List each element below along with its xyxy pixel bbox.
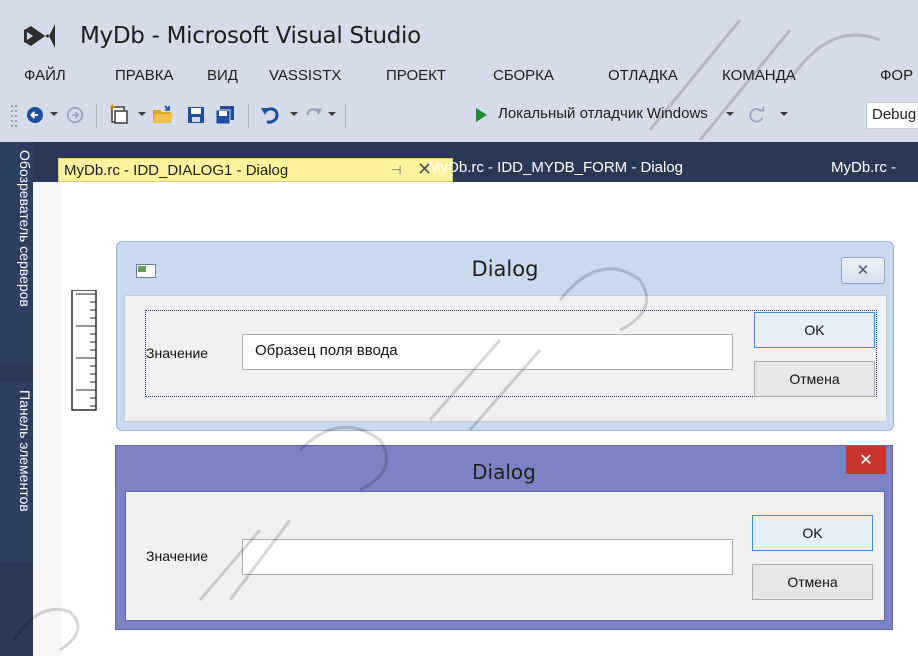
- toolbar-separator: [345, 104, 346, 128]
- undo-icon[interactable]: [258, 102, 284, 128]
- value-input[interactable]: Образец поля ввода: [242, 334, 733, 370]
- menu-item-view[interactable]: ВИД: [207, 67, 238, 84]
- menu-item-project[interactable]: ПРОЕКТ: [386, 67, 446, 84]
- menu-bar: ФАЙЛ ПРАВКА ВИД VASSISTX ПРОЕКТ СБОРКА О…: [0, 62, 918, 92]
- new-project-icon[interactable]: [106, 102, 132, 128]
- dialog-title: Dialog: [471, 257, 539, 281]
- refresh-icon[interactable]: [746, 102, 768, 128]
- open-file-icon[interactable]: [150, 102, 176, 128]
- menu-item-build[interactable]: СБОРКА: [493, 67, 554, 84]
- dialog-title: Dialog: [472, 460, 536, 484]
- menu-item-team[interactable]: КОМАНДА: [722, 67, 796, 84]
- toolbar: Локальный отладчик Windows Debug: [0, 92, 918, 142]
- close-icon[interactable]: ✕: [846, 446, 886, 474]
- ok-button[interactable]: OK: [754, 312, 875, 348]
- toolbox-label: Панель элементов: [17, 390, 33, 512]
- side-panel: Обозреватель серверов Панель элементов: [0, 142, 33, 656]
- forward-icon[interactable]: [64, 102, 86, 128]
- undo-dropdown-icon[interactable]: [290, 112, 298, 116]
- save-icon[interactable]: [184, 102, 208, 128]
- toolbar-separator: [248, 104, 249, 128]
- tab-label: MyDb.rc - IDD_DIALOG1 - Dialog: [64, 162, 289, 179]
- title-bar: MyDb - Microsoft Visual Studio: [0, 0, 918, 62]
- toolbar-grip-icon[interactable]: [10, 103, 18, 129]
- server-explorer-label: Обозреватель серверов: [17, 150, 33, 307]
- tab-mydb-rc[interactable]: MyDb.rc -: [831, 159, 896, 176]
- value-label: Значение: [146, 345, 209, 361]
- redo-icon[interactable]: [302, 102, 324, 128]
- menu-item-debug[interactable]: ОТЛАДКА: [608, 67, 678, 84]
- cancel-button[interactable]: Отмена: [752, 564, 873, 600]
- ok-button[interactable]: OK: [752, 515, 873, 551]
- window-title: MyDb - Microsoft Visual Studio: [80, 23, 421, 49]
- redo-dropdown-icon[interactable]: [328, 112, 336, 116]
- vertical-ruler[interactable]: [70, 290, 98, 412]
- debugger-dropdown-icon[interactable]: [726, 112, 734, 116]
- tab-idd-mydb-form[interactable]: MyDb.rc - IDD_MYDB_FORM - Dialog: [428, 159, 683, 176]
- menu-item-vassistx[interactable]: VASSISTX: [269, 67, 341, 84]
- save-all-icon[interactable]: [212, 102, 238, 128]
- new-project-dropdown-icon[interactable]: [138, 112, 146, 116]
- toolbar-separator: [96, 104, 97, 128]
- value-label: Значение: [146, 548, 209, 564]
- back-icon[interactable]: [24, 102, 46, 128]
- value-input[interactable]: [242, 539, 733, 575]
- refresh-dropdown-icon[interactable]: [780, 112, 788, 116]
- menu-item-edit[interactable]: ПРАВКА: [115, 67, 174, 84]
- pin-icon[interactable]: ⊣: [391, 163, 401, 177]
- tab-idd-dialog1[interactable]: MyDb.rc - IDD_DIALOG1 - Dialog ⊣ ✕: [58, 158, 453, 182]
- debugger-selector[interactable]: Локальный отладчик Windows: [498, 105, 708, 122]
- server-explorer-tab[interactable]: Обозреватель серверов: [0, 142, 33, 364]
- close-icon[interactable]: ✕: [841, 257, 885, 284]
- menu-item-format[interactable]: ФОР: [880, 67, 913, 84]
- menu-item-file[interactable]: ФАЙЛ: [24, 67, 66, 84]
- visual-studio-logo-icon: [24, 24, 55, 48]
- toolbox-tab[interactable]: Панель элементов: [0, 382, 33, 562]
- start-debugging-icon[interactable]: [470, 102, 492, 128]
- document-tab-strip: MyDb.rc - IDD_DIALOG1 - Dialog ⊣ ✕ MyDb.…: [33, 142, 918, 182]
- cancel-button[interactable]: Отмена: [754, 361, 875, 397]
- solution-configuration-select[interactable]: Debug: [866, 102, 918, 129]
- back-dropdown-icon[interactable]: [50, 112, 58, 116]
